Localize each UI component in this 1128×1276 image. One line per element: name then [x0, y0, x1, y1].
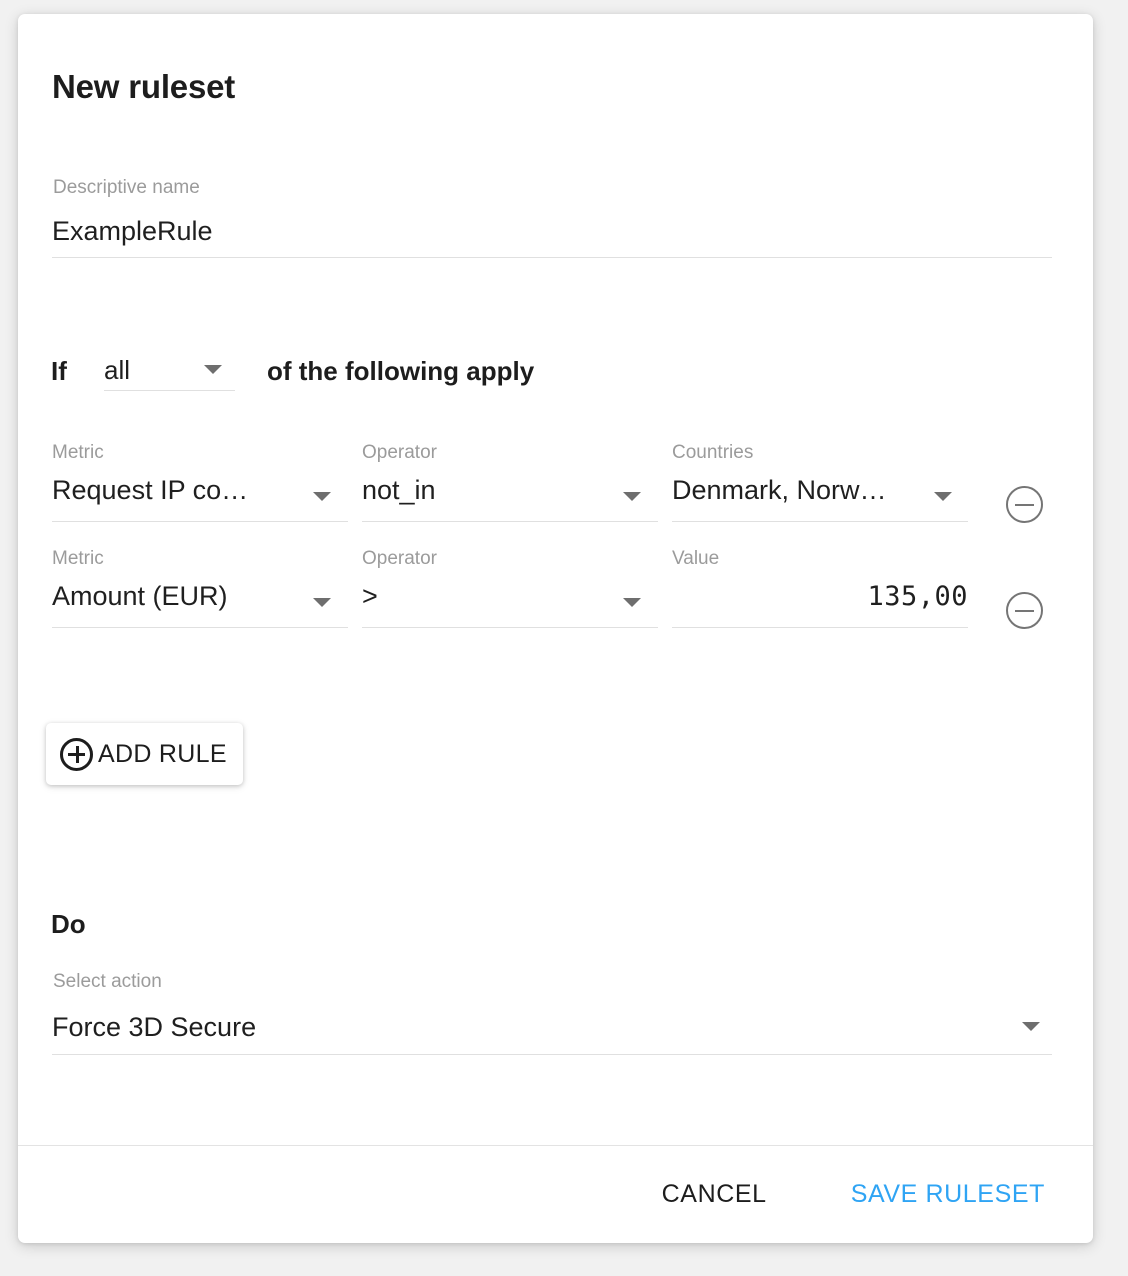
- cancel-button[interactable]: CANCEL: [644, 1170, 785, 1219]
- add-rule-label: ADD RULE: [98, 739, 227, 768]
- chevron-down-icon[interactable]: [313, 598, 331, 607]
- minus-circle-icon[interactable]: [1006, 592, 1043, 629]
- page-title: New ruleset: [52, 68, 236, 105]
- save-ruleset-button[interactable]: SAVE RULESET: [833, 1170, 1063, 1219]
- countries-select[interactable]: Denmark, Norw…: [672, 475, 887, 506]
- condition-prefix: If: [51, 356, 67, 386]
- condition-scope-underline: [104, 390, 235, 391]
- condition-suffix: of the following apply: [267, 356, 535, 386]
- condition-scope-select[interactable]: all: [104, 355, 130, 386]
- select-action-label: Select action: [53, 971, 162, 992]
- dialog-footer: CANCEL SAVE RULESET: [18, 1145, 1093, 1243]
- plus-circle-icon: [60, 737, 93, 771]
- metric-label: Metric: [52, 442, 104, 463]
- metric-underline: [52, 521, 348, 522]
- descriptive-name-input[interactable]: ExampleRule: [52, 216, 213, 247]
- operator-underline: [362, 627, 658, 628]
- operator-label: Operator: [362, 548, 437, 569]
- chevron-down-icon[interactable]: [1022, 1022, 1040, 1031]
- rule-row: Metric Amount (EUR) Operator > Value 135…: [18, 540, 1093, 640]
- operator-label: Operator: [362, 442, 437, 463]
- select-action-select[interactable]: Force 3D Secure: [52, 1012, 256, 1043]
- chevron-down-icon[interactable]: [313, 492, 331, 501]
- descriptive-name-underline: [52, 257, 1052, 258]
- new-ruleset-dialog: New ruleset Descriptive name ExampleRule…: [18, 14, 1093, 1243]
- operator-select[interactable]: >: [362, 581, 378, 612]
- metric-label: Metric: [52, 548, 104, 569]
- value-label: Value: [672, 548, 720, 569]
- metric-select[interactable]: Request IP co…: [52, 475, 248, 506]
- descriptive-name-label: Descriptive name: [53, 177, 200, 198]
- action-section-heading: Do: [51, 909, 86, 939]
- chevron-down-icon[interactable]: [623, 492, 641, 501]
- operator-select[interactable]: not_in: [362, 475, 436, 506]
- value-underline: [672, 627, 968, 628]
- minus-circle-icon[interactable]: [1006, 486, 1043, 523]
- chevron-down-icon[interactable]: [204, 365, 222, 374]
- value-input[interactable]: 135,00: [867, 581, 968, 612]
- metric-underline: [52, 627, 348, 628]
- countries-label: Countries: [672, 442, 754, 463]
- metric-select[interactable]: Amount (EUR): [52, 581, 228, 612]
- operator-underline: [362, 521, 658, 522]
- select-action-underline: [52, 1054, 1052, 1055]
- chevron-down-icon[interactable]: [623, 598, 641, 607]
- add-rule-button[interactable]: ADD RULE: [46, 723, 243, 785]
- dialog-body: New ruleset Descriptive name ExampleRule…: [18, 14, 1093, 1145]
- countries-underline: [672, 521, 968, 522]
- chevron-down-icon[interactable]: [934, 492, 952, 501]
- rule-row: Metric Request IP co… Operator not_in Co…: [18, 434, 1093, 534]
